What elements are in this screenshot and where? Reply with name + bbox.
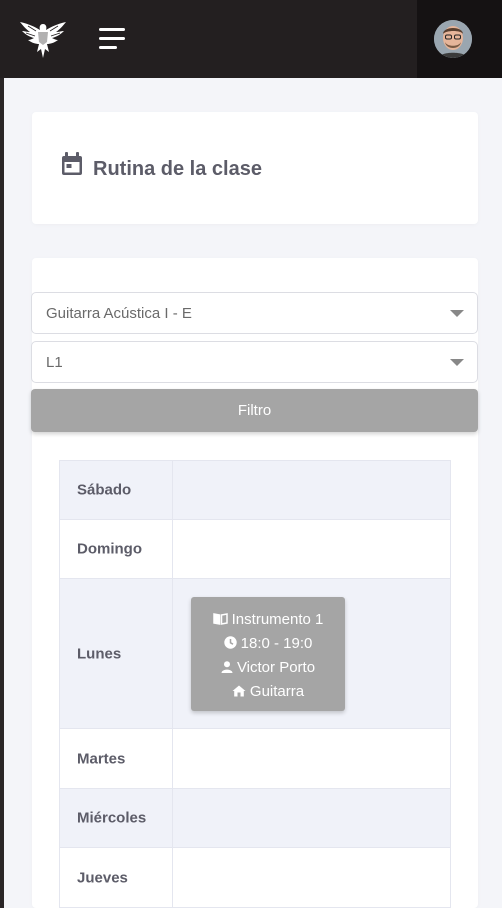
chevron-down-icon bbox=[450, 359, 464, 366]
class-room-text: Guitarra bbox=[249, 683, 305, 700]
class-subject-text: Instrumento 1 bbox=[231, 611, 324, 628]
class-room: Guitarra bbox=[191, 680, 345, 704]
user-avatar[interactable] bbox=[434, 20, 472, 58]
user-menu[interactable] bbox=[417, 0, 502, 78]
calendar-icon bbox=[61, 152, 83, 176]
page-header-card: Rutina de la clase bbox=[32, 112, 478, 224]
table-row: Lunes Instrumento 1 18:0 - 19:0 Victor P… bbox=[59, 579, 451, 729]
class-teacher: Victor Porto bbox=[191, 656, 345, 680]
class-subject: Instrumento 1 bbox=[191, 608, 345, 632]
level-select-value: L1 bbox=[46, 354, 63, 371]
top-navbar bbox=[0, 0, 502, 78]
chevron-down-icon bbox=[450, 310, 464, 317]
course-select-value: Guitarra Acústica I - E bbox=[46, 305, 192, 322]
day-label: Martes bbox=[77, 750, 126, 767]
class-time: 18:0 - 19:0 bbox=[191, 632, 345, 656]
page-title: Rutina de la clase bbox=[93, 158, 262, 180]
level-select[interactable]: L1 bbox=[31, 341, 478, 383]
table-row: Jueves bbox=[59, 848, 451, 908]
home-icon bbox=[232, 685, 246, 697]
book-icon bbox=[212, 613, 228, 625]
class-session-card[interactable]: Instrumento 1 18:0 - 19:0 Victor Porto G… bbox=[191, 597, 345, 711]
hamburger-menu-icon[interactable] bbox=[96, 24, 130, 52]
routine-table: Sábado Domingo Lunes Instrumento 1 18:0 … bbox=[59, 460, 451, 908]
day-cell: Miércoles bbox=[60, 789, 173, 847]
class-teacher-text: Victor Porto bbox=[236, 659, 316, 676]
day-label: Lunes bbox=[77, 645, 122, 662]
user-icon bbox=[221, 661, 233, 673]
table-row: Martes bbox=[59, 729, 451, 789]
table-row: Sábado bbox=[59, 460, 451, 520]
day-label: Sábado bbox=[77, 481, 132, 499]
course-select[interactable]: Guitarra Acústica I - E bbox=[31, 292, 478, 334]
day-cell: Domingo bbox=[60, 520, 173, 578]
day-label: Jueves bbox=[77, 869, 128, 886]
table-row: Domingo bbox=[59, 520, 451, 579]
day-label: Miércoles bbox=[77, 809, 147, 827]
sidebar-edge bbox=[0, 78, 4, 908]
day-cell: Martes bbox=[60, 729, 173, 788]
clock-icon bbox=[223, 636, 237, 649]
day-cell: Lunes bbox=[60, 579, 173, 728]
day-cell: Jueves bbox=[60, 848, 173, 907]
filter-button[interactable]: Filtro bbox=[31, 389, 478, 432]
table-row: Miércoles bbox=[59, 789, 451, 848]
class-time-text: 18:0 - 19:0 bbox=[240, 635, 313, 652]
day-cell: Sábado bbox=[60, 461, 173, 519]
eagle-logo-icon[interactable] bbox=[18, 18, 68, 60]
day-label: Domingo bbox=[77, 540, 142, 558]
